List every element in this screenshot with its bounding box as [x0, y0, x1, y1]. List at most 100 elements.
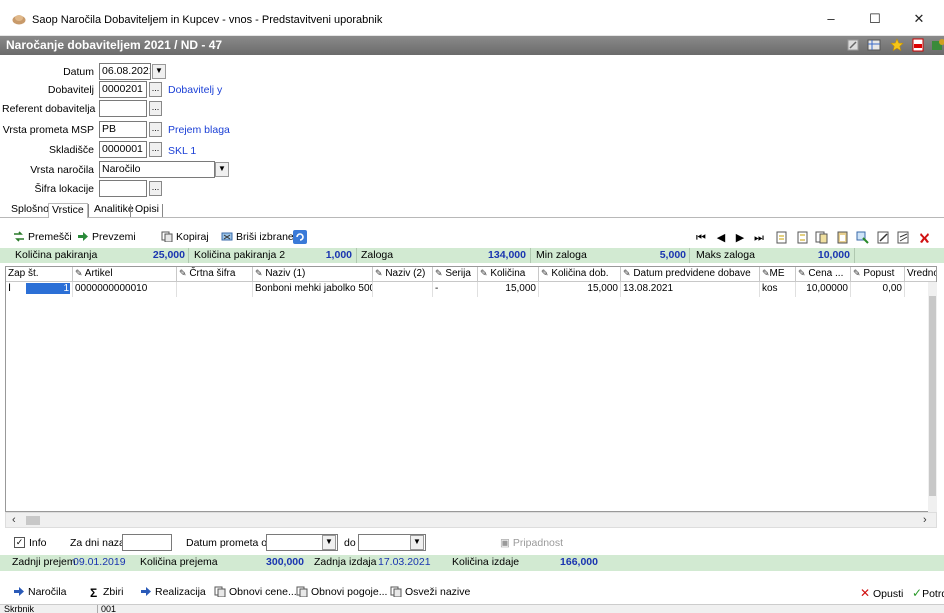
zbiri-button[interactable]: Σ Zbiri	[90, 586, 123, 600]
vrednost-header-label: Vredno	[907, 268, 937, 279]
brisi-izbrane-button[interactable]: Briši izbrane	[221, 231, 294, 243]
delete-record-icon[interactable]	[918, 231, 931, 244]
row-cell-popust[interactable]: 0,00	[851, 282, 905, 297]
lines-grid[interactable]: Zap št. ✎ Artikel ✎ Črtna šifra ✎ Naziv …	[5, 266, 937, 512]
previous-record-icon[interactable]: ◀	[714, 231, 728, 245]
column-header-zap-st[interactable]: Zap št.	[6, 267, 73, 282]
sifra-lokacije-field[interactable]	[99, 180, 147, 197]
pdf-report-icon[interactable]	[911, 38, 925, 52]
row-cell-cena[interactable]: 10,00000	[796, 282, 851, 297]
zap-st-value: 1	[26, 283, 70, 294]
do-label: do	[344, 537, 356, 549]
row-cell-crtna-sifra[interactable]	[177, 282, 253, 297]
vrsta-prometa-lookup-button[interactable]: ...	[149, 122, 162, 137]
horizontal-scroll-thumb[interactable]	[26, 516, 40, 525]
edit-icon[interactable]	[846, 38, 860, 52]
row-cell-artikel[interactable]: 0000000000010	[73, 282, 177, 297]
kolicina-pakiranja2-value: 1,000	[325, 249, 352, 261]
datum-dobave-header-label: Datum predvidene dobave	[633, 268, 751, 279]
vertical-scrollbar[interactable]	[928, 282, 937, 512]
copy-record-icon[interactable]	[815, 231, 828, 244]
info-checkbox[interactable]: ✓	[14, 537, 25, 548]
datum-od-dropdown[interactable]: ▼	[322, 535, 336, 550]
pripadnost-label: Pripadnost	[512, 537, 564, 549]
row-cell-serija[interactable]: -	[433, 282, 478, 297]
referent-lookup-button[interactable]: ...	[149, 101, 162, 116]
info-separator	[530, 248, 531, 263]
insert-record-icon[interactable]	[775, 231, 788, 244]
narocila-button[interactable]: Naročila	[13, 586, 67, 598]
scroll-left-icon[interactable]: ‹	[12, 514, 16, 526]
row-cell-naziv1[interactable]: Bonboni mehki jabolko 500g	[253, 282, 373, 297]
edit-record-icon[interactable]	[877, 231, 890, 244]
skladisce-field[interactable]: 0000001	[99, 141, 147, 158]
table-icon[interactable]	[867, 38, 881, 52]
first-record-icon[interactable]: ⏮	[694, 231, 708, 245]
zap-st-header-label: Zap št.	[8, 268, 39, 279]
row-cell-kolicina-dob[interactable]: 15,000	[539, 282, 621, 297]
obnovi-pogoje-button[interactable]: Obnovi pogoje...	[296, 586, 387, 598]
close-button[interactable]: ✕	[904, 8, 934, 30]
column-header-vrednost[interactable]: Vredno	[905, 267, 937, 282]
column-header-kolicina-dob[interactable]: ✎ Količina dob.	[539, 267, 621, 282]
refresh-icon[interactable]	[293, 230, 307, 244]
vrsta-narocila-dropdown[interactable]: ▼	[215, 162, 229, 177]
datum-field[interactable]: 06.08.2021	[99, 63, 151, 80]
sifra-lokacije-lookup-button[interactable]: ...	[149, 181, 162, 196]
vrsta-prometa-field[interactable]: PB	[99, 121, 147, 138]
last-record-icon[interactable]: ⏭	[752, 231, 766, 245]
next-record-icon[interactable]: ▶	[733, 231, 747, 245]
osvezi-nazive-button[interactable]: Osveži nazive	[390, 586, 470, 598]
vrsta-narocila-select[interactable]: Naročilo	[99, 161, 215, 178]
row-cell-datum-dobave[interactable]: 13.08.2021	[621, 282, 760, 297]
obnovi-cene-button[interactable]: Obnovi cene...	[214, 586, 297, 598]
column-header-cena[interactable]: ✎ Cena ...	[796, 267, 851, 282]
copy-icon	[296, 586, 308, 597]
row-cell-zap-st[interactable]: I 1	[6, 282, 73, 297]
column-header-kolicina[interactable]: ✎ Količina	[478, 267, 539, 282]
dobavitelj-field[interactable]: 0000201	[99, 81, 147, 98]
datum-dropdown[interactable]: ▼	[152, 64, 166, 79]
vertical-scroll-thumb[interactable]	[929, 296, 936, 496]
dobavitelj-lookup-button[interactable]: ...	[149, 82, 162, 97]
artikel-header-label: Artikel	[84, 268, 113, 279]
minimize-button[interactable]: –	[816, 8, 846, 30]
column-header-popust[interactable]: ✎ Popust	[851, 267, 905, 282]
edit-all-icon[interactable]	[897, 231, 910, 244]
tab-opisi[interactable]: Opisi	[132, 203, 162, 218]
column-header-artikel[interactable]: ✎ Artikel	[73, 267, 177, 282]
realizacija-button[interactable]: Realizacija	[140, 586, 206, 598]
horizontal-scrollbar[interactable]: ‹ ›	[5, 512, 937, 528]
tab-vrstice[interactable]: Vrstice	[48, 203, 88, 218]
column-header-crtna-sifra[interactable]: ✎ Črtna šifra	[177, 267, 253, 282]
row-cell-kolicina[interactable]: 15,000	[478, 282, 539, 297]
opusti-button[interactable]: ✕ Opusti	[860, 586, 903, 600]
column-header-me[interactable]: ✎ME	[760, 267, 796, 282]
export-icon[interactable]	[931, 38, 944, 52]
append-record-icon[interactable]	[796, 231, 809, 244]
referent-field[interactable]	[99, 100, 147, 117]
datum-do-dropdown[interactable]: ▼	[410, 535, 424, 550]
column-header-serija[interactable]: ✎ Serija	[433, 267, 478, 282]
premesci-button[interactable]: Premešči	[13, 231, 72, 243]
kopiraj-button[interactable]: Kopiraj	[161, 231, 209, 243]
maximize-button[interactable]: ☐	[860, 8, 890, 30]
prevzemi-button[interactable]: Prevzemi	[77, 231, 136, 243]
realizacija-label: Realizacija	[155, 586, 206, 598]
scroll-right-icon[interactable]: ›	[923, 514, 927, 526]
column-header-naziv1[interactable]: ✎ Naziv (1)	[253, 267, 373, 282]
crtna-sifra-header-label: Črtna šifra	[189, 268, 236, 279]
import-icon[interactable]	[856, 231, 869, 244]
za-dni-nazaj-field[interactable]	[122, 534, 172, 551]
column-header-datum-dobave[interactable]: ✎ Datum predvidene dobave	[621, 267, 760, 282]
column-header-naziv2[interactable]: ✎ Naziv (2)	[373, 267, 433, 282]
row-cell-naziv2[interactable]	[373, 282, 433, 297]
favorite-star-icon[interactable]	[890, 38, 904, 52]
pripadnost-button[interactable]: ▣ Pripadnost	[500, 537, 563, 549]
potrdi-button[interactable]: ✓Potrd	[912, 586, 944, 600]
row-cell-me[interactable]: kos	[760, 282, 796, 297]
tab-splosno[interactable]: Splošno	[8, 203, 52, 218]
skladisce-lookup-button[interactable]: ...	[149, 142, 162, 157]
paste-record-icon[interactable]	[836, 231, 849, 244]
article-stats-row: Zadnji prejem 09.01.2019 Količina prejem…	[0, 555, 944, 571]
